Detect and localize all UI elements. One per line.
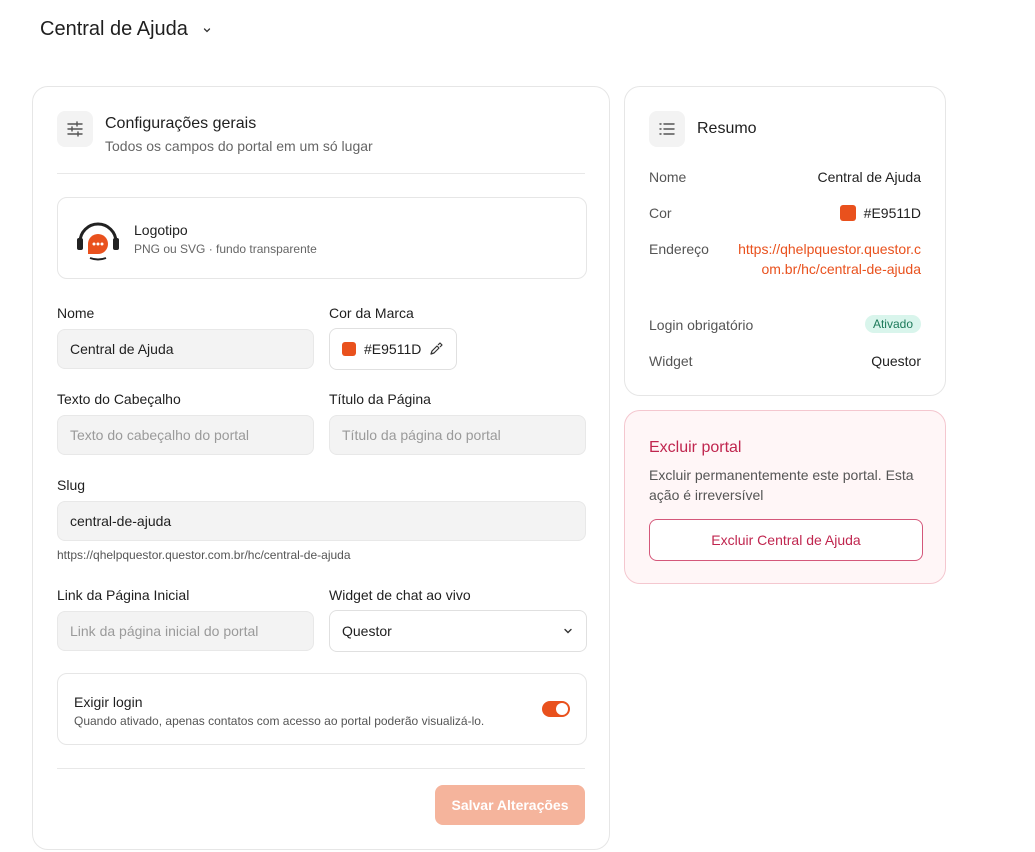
slug-input[interactable]: central-de-ajuda bbox=[57, 501, 586, 541]
summary-header: Resumo bbox=[649, 111, 757, 147]
home-link-label: Link da Página Inicial bbox=[57, 587, 190, 603]
name-label: Nome bbox=[57, 305, 95, 321]
header-text-input[interactable]: Texto do cabeçalho do portal bbox=[57, 415, 314, 455]
status-badge: Ativado bbox=[864, 315, 921, 333]
color-swatch bbox=[839, 205, 856, 221]
summary-address-link[interactable]: https://qhelpquestor.questor.com.br/hc/c… bbox=[735, 239, 921, 279]
logo-image bbox=[77, 222, 119, 261]
save-button[interactable]: Salvar Alterações bbox=[435, 785, 585, 825]
color-swatch bbox=[342, 342, 356, 356]
settings-title: Configurações gerais bbox=[105, 115, 257, 132]
name-input[interactable]: Central de Ajuda bbox=[57, 329, 314, 369]
slug-label: Slug bbox=[57, 477, 86, 493]
delete-portal-title: Excluir portal bbox=[649, 439, 742, 456]
summary-color: #E9511D bbox=[839, 205, 921, 221]
page-header[interactable]: Central de Ajuda bbox=[40, 18, 212, 41]
divider bbox=[57, 173, 585, 174]
header-text-label: Texto do Cabeçalho bbox=[57, 391, 181, 407]
summary-color-label: Cor bbox=[649, 205, 672, 221]
logo-upload[interactable]: Logotipo PNG ou SVG · fundo transparente bbox=[57, 197, 587, 279]
summary-color-value: #E9511D bbox=[863, 205, 921, 221]
list-icon bbox=[649, 111, 685, 147]
eyedropper-icon[interactable] bbox=[429, 342, 443, 356]
summary-title: Resumo bbox=[697, 120, 757, 137]
delete-portal-description: Excluir permanentemente este portal. Est… bbox=[649, 467, 914, 503]
summary-name-value: Central de Ajuda bbox=[817, 169, 921, 185]
summary-name-label: Nome bbox=[649, 169, 687, 185]
require-login-setting: Exigir login Quando ativado, apenas cont… bbox=[57, 673, 587, 745]
logo-title: Logotipo bbox=[134, 222, 188, 238]
page-title: Central de Ajuda bbox=[40, 18, 188, 40]
summary-address-label: Endereço bbox=[649, 241, 709, 257]
settings-header: Configurações gerais Todos os campos do … bbox=[57, 111, 373, 154]
chat-widget-value: Questor bbox=[342, 623, 392, 639]
sliders-icon bbox=[57, 111, 93, 147]
toggle-knob bbox=[556, 703, 568, 715]
logo-subtitle: PNG ou SVG · fundo transparente bbox=[134, 242, 317, 256]
summary-card: Resumo Nome Central de Ajuda Cor #E9511D… bbox=[624, 86, 946, 396]
home-link-input[interactable]: Link da página inicial do portal bbox=[57, 611, 314, 651]
page-title-label: Título da Página bbox=[329, 391, 431, 407]
chat-widget-select[interactable]: Questor bbox=[329, 610, 587, 652]
summary-widget-value: Questor bbox=[871, 353, 921, 369]
slug-url-help: https://qhelpquestor.questor.com.br/hc/c… bbox=[57, 548, 351, 562]
require-login-toggle[interactable] bbox=[542, 701, 570, 717]
summary-login-label: Login obrigatório bbox=[649, 317, 754, 333]
brand-color-value: #E9511D bbox=[364, 341, 422, 357]
brand-color-label: Cor da Marca bbox=[329, 305, 414, 321]
chevron-down-icon[interactable] bbox=[202, 25, 212, 35]
delete-portal-button[interactable]: Excluir Central de Ajuda bbox=[649, 519, 923, 561]
delete-portal-card: Excluir portal Excluir permanentemente e… bbox=[624, 410, 946, 584]
require-login-description: Quando ativado, apenas contatos com aces… bbox=[74, 714, 485, 728]
chevron-down-icon bbox=[564, 628, 572, 634]
chat-widget-label: Widget de chat ao vivo bbox=[329, 587, 471, 603]
page-title-input[interactable]: Título da página do portal bbox=[329, 415, 586, 455]
settings-subtitle: Todos os campos do portal em um só lugar bbox=[105, 138, 373, 154]
general-settings-card: Configurações gerais Todos os campos do … bbox=[32, 86, 610, 850]
divider bbox=[57, 768, 585, 769]
summary-widget-label: Widget bbox=[649, 353, 693, 369]
require-login-title: Exigir login bbox=[74, 694, 143, 710]
brand-color-picker[interactable]: #E9511D bbox=[329, 328, 457, 370]
